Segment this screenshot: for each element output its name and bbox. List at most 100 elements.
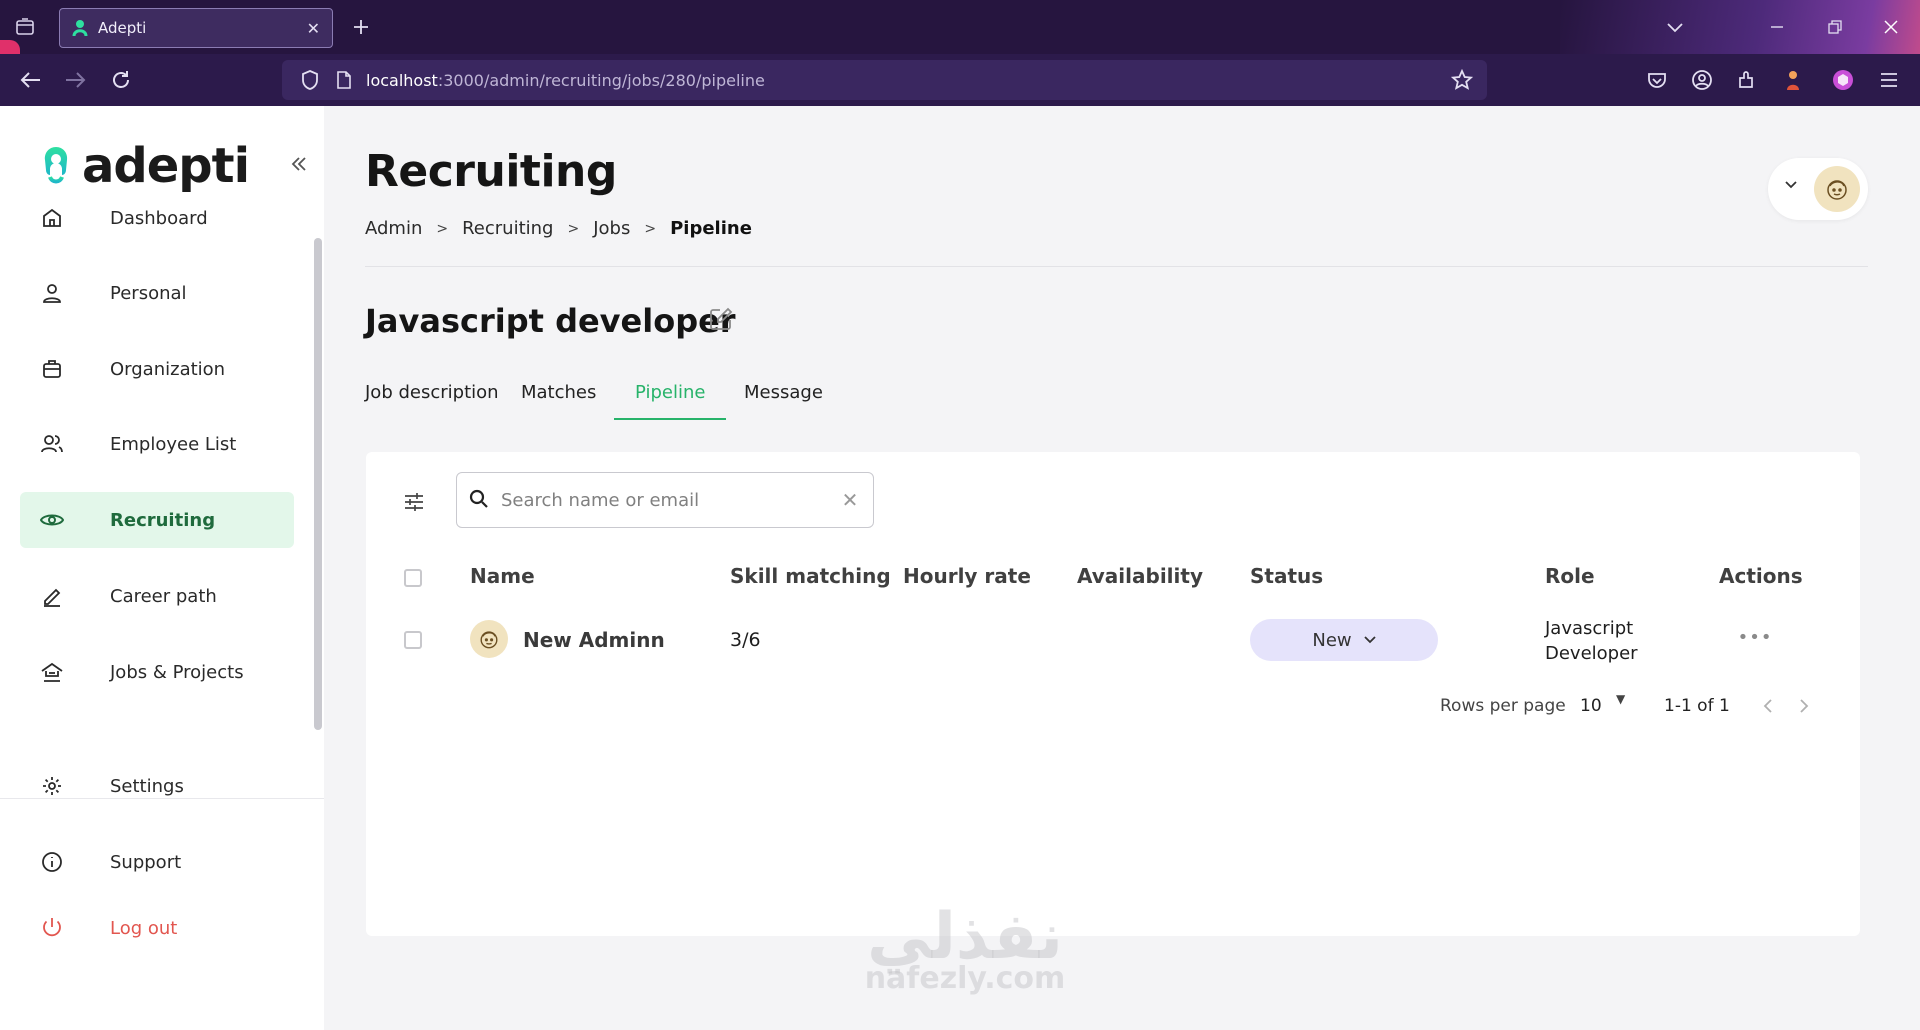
list-tabs-icon[interactable] [1662, 14, 1688, 40]
address-bar[interactable]: localhost:3000/admin/recruiting/jobs/280… [282, 60, 1487, 100]
column-header-role[interactable]: Role [1545, 564, 1595, 588]
avatar [470, 620, 508, 658]
new-tab-icon[interactable] [348, 14, 374, 40]
sidebar-item-personal[interactable]: Personal [20, 265, 294, 321]
role-line: Javascript [1545, 618, 1634, 639]
collapse-sidebar-icon[interactable] [290, 154, 308, 179]
sidebar-item-label: Dashboard [110, 207, 208, 229]
watermark-arabic: نفذلي [867, 900, 1063, 974]
previous-page-icon[interactable] [1754, 692, 1782, 720]
sidebar-item-label: Settings [110, 775, 184, 797]
browser-tab-bar: Adepti ✕ [0, 0, 1920, 54]
column-header-name[interactable]: Name [470, 564, 535, 588]
breadcrumb-chevron-icon: > [436, 220, 449, 237]
chevron-down-icon [1784, 178, 1798, 194]
sidebar-scrollbar[interactable] [314, 238, 322, 730]
extensions-icon[interactable] [1734, 67, 1760, 93]
page-info-icon[interactable] [332, 68, 356, 92]
row-actions-menu-icon[interactable]: ••• [1738, 622, 1772, 652]
user-menu[interactable] [1768, 158, 1868, 220]
restore-icon[interactable] [1822, 14, 1848, 40]
tab-message[interactable]: Message [744, 382, 823, 403]
column-header-skill-matching[interactable]: Skill matching [730, 564, 891, 588]
sidebar-item-dashboard[interactable]: Dashboard [20, 190, 294, 246]
breadcrumb-chevron-icon: > [567, 220, 580, 237]
sidebar-item-settings[interactable]: Settings [20, 758, 294, 814]
extension-figure-icon[interactable] [1780, 67, 1806, 93]
account-icon[interactable] [1689, 67, 1715, 93]
browser-tab[interactable]: Adepti ✕ [59, 8, 333, 48]
role-line: Developer [1545, 643, 1638, 664]
sidebar-item-jobs-projects[interactable]: Jobs & Projects [20, 644, 294, 700]
breadcrumb-chevron-icon: > [644, 220, 657, 237]
sidebar-item-organization[interactable]: Organization [20, 341, 294, 397]
breadcrumb-recruiting[interactable]: Recruiting [462, 218, 553, 239]
column-header-actions: Actions [1719, 564, 1803, 588]
tabbar-accent [0, 40, 20, 54]
pocket-icon[interactable] [1644, 67, 1670, 93]
tabbar-gradient [1560, 0, 1920, 54]
skill-matching-value: 3/6 [730, 629, 761, 651]
url-text[interactable]: localhost:3000/admin/recruiting/jobs/280… [366, 71, 765, 90]
breadcrumb-pipeline: Pipeline [670, 218, 752, 239]
close-window-icon[interactable] [1878, 14, 1904, 40]
caret-down-icon[interactable]: ▼ [1616, 692, 1625, 706]
pen-icon [40, 584, 64, 608]
pipeline-card: ✕ Name Skill matching Hourly rate Availa… [366, 452, 1860, 936]
tab-pipeline[interactable]: Pipeline [635, 382, 705, 403]
filter-sliders-icon[interactable] [402, 490, 430, 518]
info-icon [40, 850, 64, 874]
chevron-down-icon [1363, 633, 1376, 648]
page-title: Recruiting [365, 146, 617, 197]
app-logo[interactable]: adepti [40, 138, 250, 194]
sidebar-item-label: Employee List [110, 433, 237, 455]
tab-matches[interactable]: Matches [521, 382, 596, 403]
minimize-icon[interactable] [1764, 14, 1790, 40]
browser-nav-bar: localhost:3000/admin/recruiting/jobs/280… [0, 54, 1920, 106]
tab-job-description[interactable]: Job description [365, 382, 499, 403]
tab-close-icon[interactable]: ✕ [307, 19, 320, 38]
status-select[interactable]: New [1250, 619, 1438, 661]
tab-overview-icon[interactable] [12, 14, 38, 40]
gear-icon [40, 774, 64, 798]
sidebar: adepti Dashboard Personal Organization E… [0, 106, 324, 1030]
shield-icon[interactable] [298, 68, 322, 92]
adepti-logo-icon [44, 147, 68, 184]
sidebar-item-label: Recruiting [110, 509, 216, 531]
watermark-latin: nafezly.com [864, 961, 1066, 996]
breadcrumb-admin[interactable]: Admin [365, 218, 422, 239]
sidebar-item-employee-list[interactable]: Employee List [20, 416, 294, 472]
breadcrumb-jobs[interactable]: Jobs [593, 218, 630, 239]
candidate-name[interactable]: New Adminn [523, 628, 665, 652]
users-icon [40, 432, 64, 456]
column-header-availability[interactable]: Availability [1077, 564, 1203, 588]
watermark: نفذلي nafezly.com [845, 905, 1085, 997]
sidebar-item-career-path[interactable]: Career path [20, 568, 294, 624]
search-icon [469, 489, 491, 511]
edit-icon[interactable] [708, 306, 736, 334]
forward-icon[interactable] [62, 67, 88, 93]
column-header-status[interactable]: Status [1250, 564, 1323, 588]
reload-icon[interactable] [108, 67, 134, 93]
sidebar-item-logout[interactable]: Log out [20, 900, 294, 956]
sidebar-item-recruiting[interactable]: Recruiting [20, 492, 294, 548]
active-tab-indicator [614, 418, 726, 420]
back-icon[interactable] [18, 67, 44, 93]
row-checkbox[interactable] [404, 631, 422, 649]
bookmark-star-icon[interactable] [1450, 68, 1474, 92]
select-all-checkbox[interactable] [404, 569, 422, 587]
next-page-icon[interactable] [1790, 692, 1818, 720]
sidebar-item-label: Personal [110, 282, 187, 304]
rows-per-page-label: Rows per page [1440, 696, 1566, 716]
sidebar-item-support[interactable]: Support [20, 834, 294, 890]
menu-hamburger-icon[interactable] [1876, 67, 1902, 93]
user-icon [40, 281, 64, 305]
tab-title: Adepti [98, 19, 147, 37]
search-input[interactable] [501, 489, 839, 511]
extension-cube-icon[interactable] [1830, 67, 1856, 93]
column-header-hourly-rate[interactable]: Hourly rate [903, 564, 1031, 588]
sidebar-item-label: Support [110, 851, 182, 873]
clear-search-icon[interactable]: ✕ [839, 488, 861, 512]
logo-text: adepti [82, 138, 250, 194]
rows-per-page-select[interactable]: 10 [1580, 696, 1602, 716]
